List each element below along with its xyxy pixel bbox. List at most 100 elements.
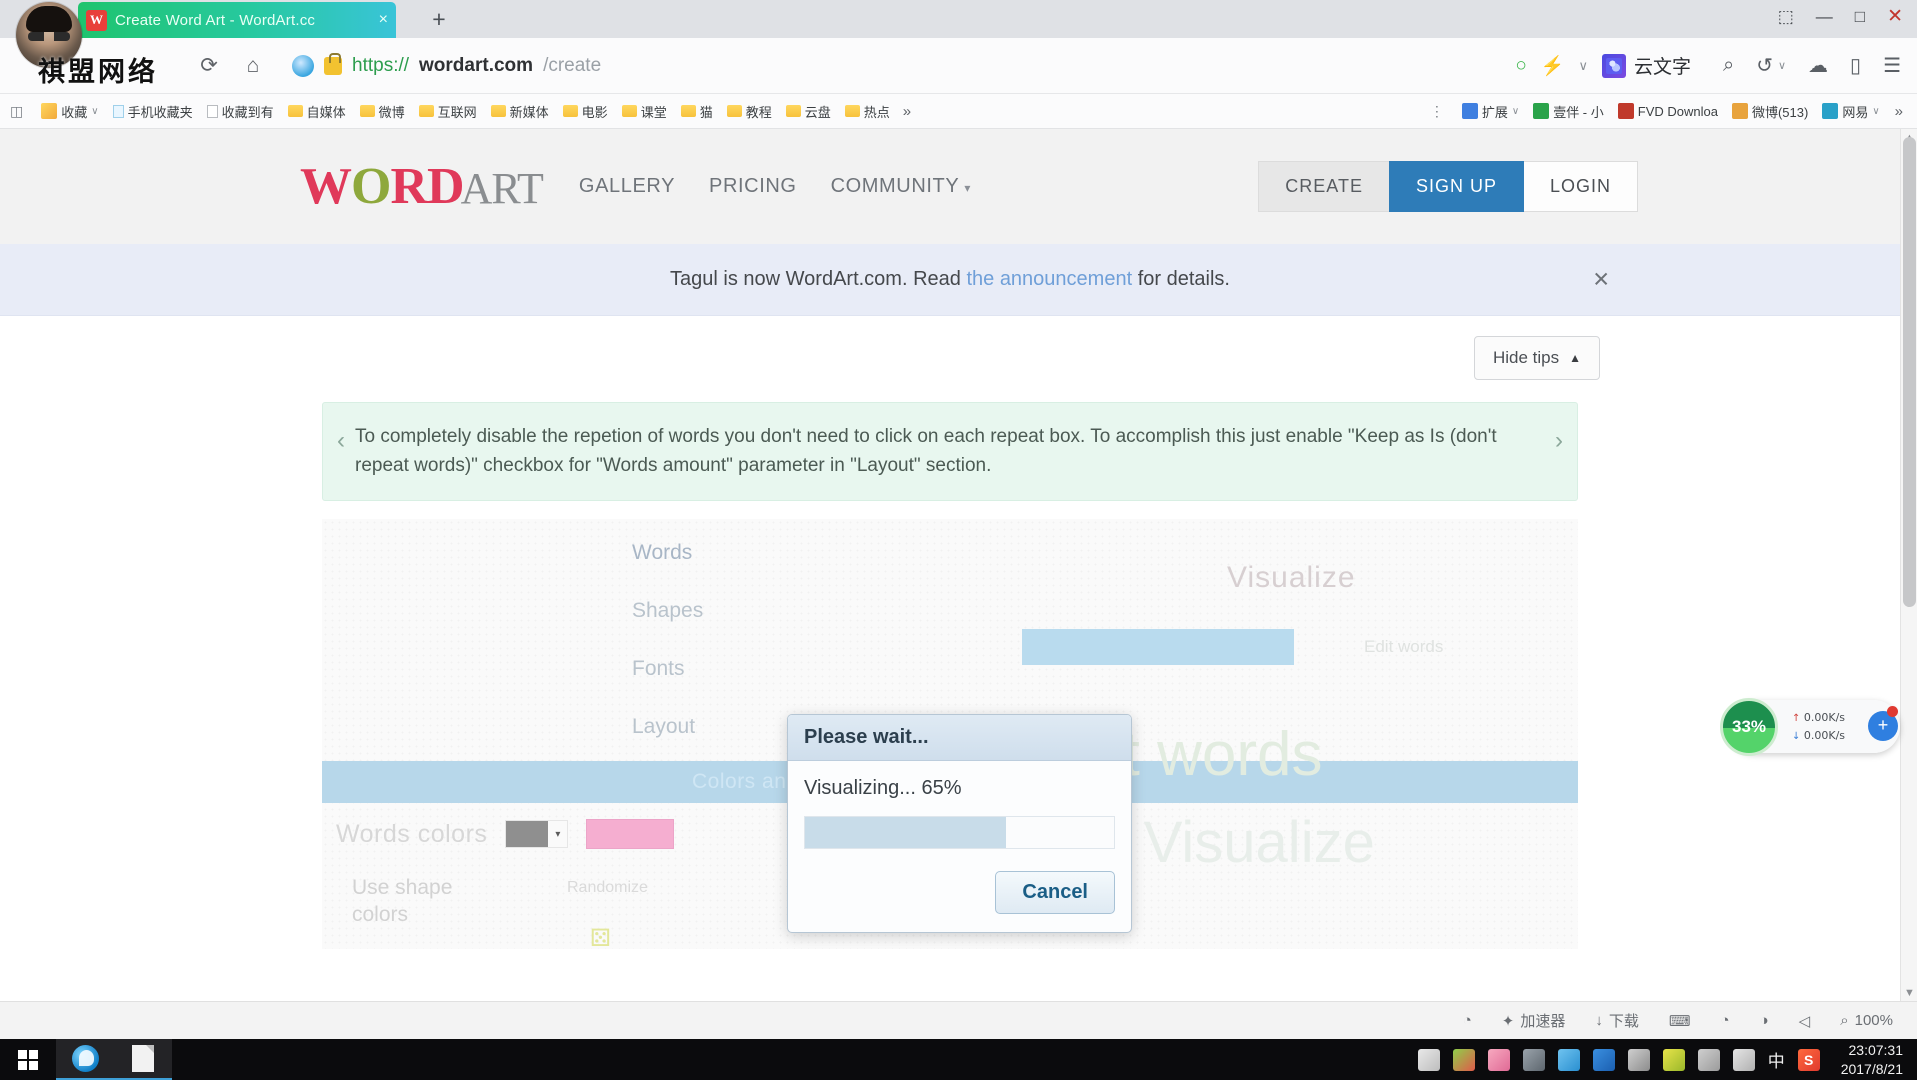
editor-tab-shapes[interactable]: Shapes: [632, 599, 703, 623]
shield-icon[interactable]: [1662, 1048, 1685, 1071]
url-path: /create: [543, 54, 602, 76]
editor-tab-words[interactable]: Words: [632, 541, 703, 565]
taskbar-clock[interactable]: 23:07:31 2017/8/21: [1833, 1041, 1903, 1079]
nav-pricing[interactable]: PRICING: [709, 175, 797, 198]
sogou-icon[interactable]: S: [1797, 1048, 1820, 1071]
document-icon: [206, 104, 218, 118]
taskbar-app-document[interactable]: [114, 1039, 172, 1080]
bookmark-item[interactable]: 收藏到有: [200, 98, 281, 124]
volume-icon[interactable]: [1732, 1048, 1755, 1071]
editor-tab-layout[interactable]: Layout: [632, 715, 703, 739]
new-tab-button[interactable]: +: [425, 6, 453, 34]
browser-tab[interactable]: W Create Word Art - WordArt.cc ×: [78, 2, 396, 38]
announcement-link[interactable]: the announcement: [966, 268, 1132, 290]
bookmark-item[interactable]: 收藏 ∨: [34, 98, 105, 124]
status-bar-item[interactable]: ◑: [1760, 1012, 1769, 1029]
edit-words-label[interactable]: Edit words: [1364, 637, 1443, 657]
security-shield-icon[interactable]: ○: [1515, 55, 1526, 77]
network-speed-widget[interactable]: 33% ↑ 0.00K/s ↓ 0.00K/s +: [1720, 698, 1900, 756]
bookmarks-more-icon[interactable]: »: [897, 103, 911, 120]
folder-icon: [287, 105, 303, 117]
scrollbar-thumb[interactable]: [1903, 137, 1916, 607]
monitor-icon[interactable]: [1557, 1048, 1580, 1071]
bookmarks-kebab-icon[interactable]: ⋮: [1420, 103, 1455, 120]
close-window-button[interactable]: ✕: [1887, 7, 1903, 26]
chevron-down-icon[interactable]: ∨: [1578, 58, 1588, 74]
status-bar-item[interactable]: ↓ 下载: [1595, 1010, 1639, 1031]
home-icon[interactable]: ⌂: [234, 47, 272, 85]
taskbar-app-edge[interactable]: [56, 1039, 114, 1080]
wordart-logo[interactable]: WORD ART: [300, 157, 544, 216]
bookmark-item[interactable]: 互联网: [412, 98, 484, 124]
announcement-close-icon[interactable]: ✕: [1592, 267, 1610, 292]
wifi-icon[interactable]: [1697, 1048, 1720, 1071]
scroll-down-icon[interactable]: ▼: [1901, 984, 1917, 1001]
palette-chip[interactable]: [586, 819, 675, 849]
cancel-button[interactable]: Cancel: [995, 871, 1115, 914]
bookmark-item[interactable]: 微博(513): [1725, 98, 1815, 124]
bookmark-item[interactable]: 自媒体: [281, 98, 353, 124]
bookmark-item[interactable]: 热点: [838, 98, 897, 124]
photos-icon[interactable]: [1452, 1048, 1475, 1071]
bookmark-item[interactable]: FVD Downloa: [1611, 98, 1725, 124]
ime-indicator[interactable]: 中: [1768, 1047, 1785, 1072]
bookmark-favicon: [1461, 103, 1478, 119]
status-bar-item[interactable]: ◁: [1799, 1012, 1811, 1030]
address-bar[interactable]: https:// wordart.com/create ○ ⚡ ∨ 云文字: [278, 46, 1705, 86]
bookmark-item[interactable]: 课堂: [615, 98, 674, 124]
bookmark-label: 壹伴 - 小: [1553, 104, 1604, 120]
randomize-label[interactable]: Randomize: [567, 879, 648, 897]
bookmark-item[interactable]: 教程: [720, 98, 779, 124]
bookmark-item[interactable]: 电影: [556, 98, 615, 124]
visualize-label[interactable]: Visualize: [1227, 561, 1356, 595]
use-shape-colors-label[interactable]: Use shape colors: [352, 874, 512, 929]
signup-button[interactable]: SIGN UP: [1388, 161, 1524, 212]
minimize-button[interactable]: —: [1816, 8, 1833, 26]
tip-next-icon[interactable]: ›: [1555, 423, 1563, 453]
hide-tips-button[interactable]: Hide tips ▲: [1473, 336, 1600, 380]
bookmark-item[interactable]: 新媒体: [484, 98, 556, 124]
status-bar-item[interactable]: ✦ 加速器: [1502, 1010, 1566, 1031]
bookmarks-apps-icon[interactable]: ◫: [0, 103, 34, 120]
visualize-button[interactable]: [1022, 629, 1294, 665]
bookmark-item[interactable]: 网易 ∨: [1815, 98, 1886, 124]
reload-icon[interactable]: ⟳: [190, 47, 228, 85]
cloud-icon[interactable]: [1487, 1048, 1510, 1071]
bookmark-item[interactable]: 壹伴 - 小: [1526, 98, 1611, 124]
bolt-icon[interactable]: ⚡: [1541, 54, 1565, 78]
search-icon[interactable]: ⌕: [1723, 54, 1734, 77]
maximize-button[interactable]: □: [1855, 8, 1865, 26]
settings-icon[interactable]: [1522, 1048, 1545, 1071]
tip-prev-icon[interactable]: ‹: [337, 423, 345, 453]
notepad-icon[interactable]: [1417, 1048, 1440, 1071]
cloud-icon[interactable]: ☁: [1808, 53, 1828, 78]
extension-chip[interactable]: 云文字: [1602, 52, 1691, 79]
bookmark-item[interactable]: 扩展 ∨: [1455, 98, 1526, 124]
words-colors-picker[interactable]: ▾: [505, 820, 569, 848]
status-bar-item[interactable]: ◔: [1721, 1012, 1730, 1029]
zoom-control[interactable]: ⌕ 100%: [1840, 1012, 1893, 1029]
bookmark-item[interactable]: 微博: [353, 98, 412, 124]
status-bar-item[interactable]: ◔: [1463, 1012, 1472, 1029]
nav-gallery[interactable]: GALLERY: [579, 175, 675, 198]
chevron-down-icon-history[interactable]: ∨: [1778, 59, 1786, 72]
shield-icon[interactable]: ⬚: [1778, 8, 1794, 26]
dice-icon[interactable]: ⚄: [590, 924, 611, 949]
nav-community[interactable]: COMMUNITY ▾: [831, 175, 971, 198]
page-scrollbar[interactable]: ▲ ▼: [1900, 129, 1917, 1001]
tab-close-icon[interactable]: ×: [379, 11, 388, 29]
login-button[interactable]: LOGIN: [1523, 161, 1638, 212]
create-button[interactable]: CREATE: [1258, 161, 1389, 212]
status-bar-item[interactable]: ⌨: [1669, 1012, 1691, 1030]
menu-icon[interactable]: ☰: [1883, 53, 1901, 78]
bookmark-item[interactable]: 云盘: [779, 98, 838, 124]
bookmark-item[interactable]: 猫: [674, 98, 720, 124]
editor-tab-fonts[interactable]: Fonts: [632, 657, 703, 681]
start-button[interactable]: [0, 1039, 56, 1080]
history-icon[interactable]: ↺: [1756, 53, 1773, 78]
bluetooth-icon[interactable]: [1592, 1048, 1615, 1071]
usb-icon[interactable]: [1627, 1048, 1650, 1071]
bookmark-item[interactable]: 手机收藏夹: [106, 98, 200, 124]
bookmarks-overflow-icon[interactable]: »: [1887, 103, 1917, 120]
device-icon[interactable]: ▯: [1850, 53, 1861, 78]
